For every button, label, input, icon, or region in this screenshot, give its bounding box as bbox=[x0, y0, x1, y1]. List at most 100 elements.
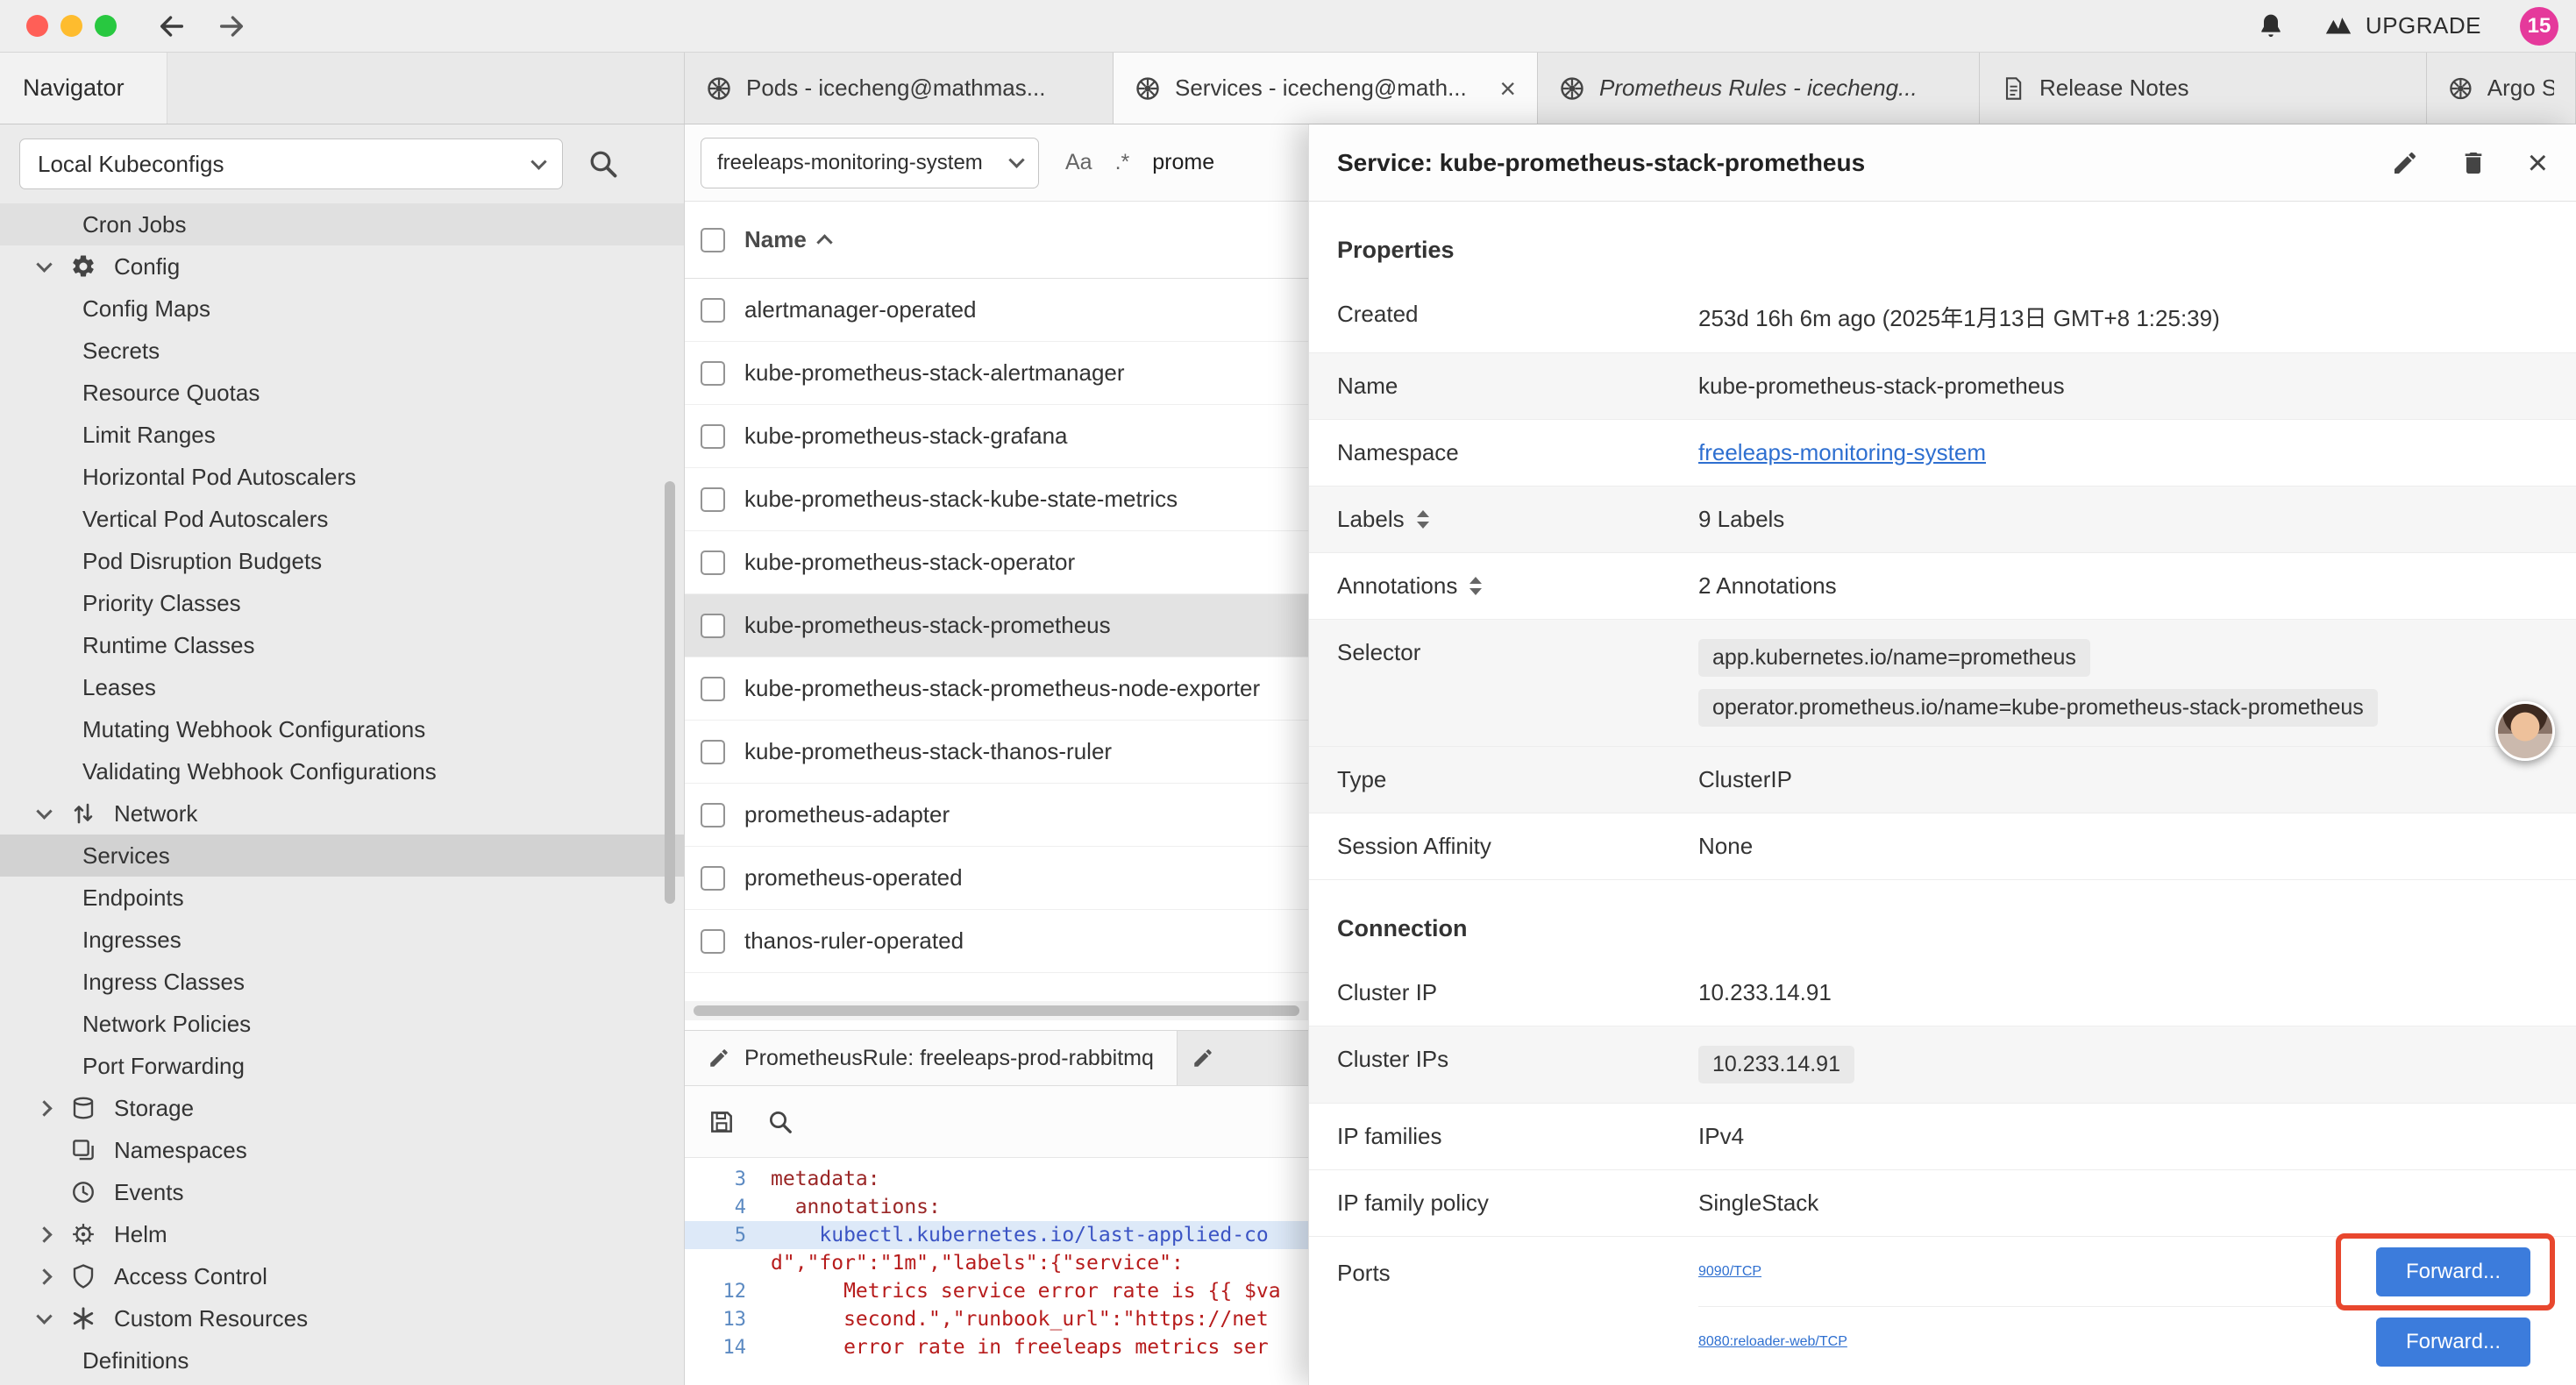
sidebar-item-limit-ranges[interactable]: Limit Ranges bbox=[0, 414, 684, 456]
sidebar-item-definitions[interactable]: Definitions bbox=[0, 1339, 684, 1381]
navigator-panel-tab[interactable]: Navigator bbox=[0, 53, 167, 124]
match-case-toggle[interactable]: Aa bbox=[1065, 150, 1092, 175]
tab-prometheus-rules[interactable]: Prometheus Rules - icecheng... bbox=[1538, 53, 1980, 124]
row-checkbox[interactable] bbox=[701, 929, 725, 954]
dock-tab-label: PrometheusRule: freeleaps-prod-rabbitmq bbox=[744, 1046, 1154, 1071]
bell-icon[interactable] bbox=[2257, 12, 2285, 40]
forward-icon[interactable] bbox=[217, 11, 246, 41]
row-checkbox[interactable] bbox=[701, 487, 725, 512]
sidebar-item-vertical-pod-autoscalers[interactable]: Vertical Pod Autoscalers bbox=[0, 498, 684, 540]
row-value: SingleStack bbox=[1698, 1190, 2548, 1217]
table-row[interactable]: kube-prometheus-stack-prometheus-node-ex… bbox=[685, 657, 1308, 721]
row-checkbox[interactable] bbox=[701, 740, 725, 764]
sidebar-item-services[interactable]: Services bbox=[0, 835, 684, 877]
sidebar-item-port-forwarding[interactable]: Port Forwarding bbox=[0, 1045, 684, 1087]
upgrade-button[interactable]: UPGRADE bbox=[2323, 11, 2481, 41]
table-row[interactable]: alertmanager-operated bbox=[685, 279, 1308, 342]
close-tab-icon[interactable]: × bbox=[1487, 75, 1516, 103]
regex-toggle[interactable]: .* bbox=[1115, 150, 1130, 175]
sidebar-item-priority-classes[interactable]: Priority Classes bbox=[0, 582, 684, 624]
column-header-name[interactable]: Name bbox=[744, 226, 830, 253]
search-icon[interactable] bbox=[767, 1109, 793, 1135]
row-checkbox[interactable] bbox=[701, 298, 725, 323]
sidebar-item-ingresses[interactable]: Ingresses bbox=[0, 919, 684, 961]
sidebar-scrollbar[interactable] bbox=[665, 481, 675, 904]
sidebar-item-endpoints[interactable]: Endpoints bbox=[0, 877, 684, 919]
row-value[interactable]: 2 Annotations bbox=[1698, 572, 2548, 600]
sidebar-item-config[interactable]: Config bbox=[0, 245, 684, 288]
back-icon[interactable] bbox=[157, 11, 187, 41]
namespace-link[interactable]: freeleaps-monitoring-system bbox=[1698, 439, 2548, 466]
sidebar-item-validating-webhook-configurations[interactable]: Validating Webhook Configurations bbox=[0, 750, 684, 792]
dock-tab-prometheusrule[interactable]: PrometheusRule: freeleaps-prod-rabbitmq bbox=[685, 1031, 1178, 1085]
row-label: Cluster IPs bbox=[1337, 1026, 1698, 1092]
search-icon[interactable] bbox=[587, 148, 619, 180]
sidebar-item-cron-jobs[interactable]: Cron Jobs bbox=[0, 203, 684, 245]
row-checkbox[interactable] bbox=[701, 677, 725, 701]
sidebar-item-namespaces[interactable]: Namespaces bbox=[0, 1129, 684, 1171]
row-checkbox[interactable] bbox=[701, 361, 725, 386]
row-checkbox[interactable] bbox=[701, 866, 725, 891]
expand-collapse-icon[interactable] bbox=[1469, 577, 1482, 595]
table-row[interactable]: prometheus-adapter bbox=[685, 784, 1308, 847]
namespace-select[interactable]: freeleaps-monitoring-system bbox=[701, 138, 1039, 188]
row-checkbox[interactable] bbox=[701, 614, 725, 638]
sidebar-item-custom-resources[interactable]: Custom Resources bbox=[0, 1297, 684, 1339]
table-row[interactable]: kube-prometheus-stack-alertmanager bbox=[685, 342, 1308, 405]
sidebar-item-resource-quotas[interactable]: Resource Quotas bbox=[0, 372, 684, 414]
sidebar-item-horizontal-pod-autoscalers[interactable]: Horizontal Pod Autoscalers bbox=[0, 456, 684, 498]
table-row[interactable]: kube-prometheus-stack-grafana bbox=[685, 405, 1308, 468]
sidebar-item-pod-disruption-budgets[interactable]: Pod Disruption Budgets bbox=[0, 540, 684, 582]
expand-collapse-icon[interactable] bbox=[1417, 510, 1429, 529]
sidebar-item-mutating-webhook-configurations[interactable]: Mutating Webhook Configurations bbox=[0, 708, 684, 750]
table-row[interactable]: thanos-ruler-operated bbox=[685, 910, 1308, 973]
kubeconfig-select[interactable]: Local Kubeconfigs bbox=[19, 138, 563, 189]
sidebar-item-ingress-classes[interactable]: Ingress Classes bbox=[0, 961, 684, 1003]
forward-button[interactable]: Forward... bbox=[2376, 1318, 2530, 1367]
sidebar-item-events[interactable]: Events bbox=[0, 1171, 684, 1213]
row-checkbox[interactable] bbox=[701, 803, 725, 827]
row-checkbox[interactable] bbox=[701, 550, 725, 575]
table-row[interactable]: kube-prometheus-stack-operator bbox=[685, 531, 1308, 594]
sidebar-item-access-control[interactable]: Access Control bbox=[0, 1255, 684, 1297]
table-row[interactable]: prometheus-operated bbox=[685, 847, 1308, 910]
tab-release-notes[interactable]: Release Notes bbox=[1980, 53, 2427, 124]
row-checkbox[interactable] bbox=[701, 424, 725, 449]
sidebar-item-helm[interactable]: Helm bbox=[0, 1213, 684, 1255]
tab-services[interactable]: Services - icecheng@math... × bbox=[1114, 53, 1538, 124]
pencil-icon[interactable] bbox=[2391, 149, 2419, 177]
close-icon[interactable]: × bbox=[2528, 146, 2548, 181]
yaml-editor[interactable]: 3metadata: 4 annotations: 5 kubectl.kube… bbox=[685, 1158, 1308, 1385]
minimize-window-button[interactable] bbox=[60, 15, 82, 37]
table-row[interactable]: kube-prometheus-stack-kube-state-metrics bbox=[685, 468, 1308, 531]
horizontal-scrollbar-thumb[interactable] bbox=[694, 1005, 1299, 1016]
sidebar-item-storage[interactable]: Storage bbox=[0, 1087, 684, 1129]
port-link[interactable]: 8080:reloader-web/TCP bbox=[1698, 1334, 1847, 1350]
sidebar-item-runtime-classes[interactable]: Runtime Classes bbox=[0, 624, 684, 666]
save-icon[interactable] bbox=[708, 1108, 736, 1136]
select-all-checkbox[interactable] bbox=[701, 228, 725, 252]
notification-badge[interactable]: 15 bbox=[2520, 7, 2558, 46]
line-number: 14 bbox=[685, 1337, 771, 1359]
sidebar-item-config-maps[interactable]: Config Maps bbox=[0, 288, 684, 330]
avatar[interactable] bbox=[2495, 701, 2555, 761]
forward-button[interactable]: Forward... bbox=[2376, 1247, 2530, 1296]
tab-argo[interactable]: Argo S bbox=[2427, 53, 2576, 124]
sidebar-item-secrets[interactable]: Secrets bbox=[0, 330, 684, 372]
table-row[interactable]: kube-prometheus-stack-thanos-ruler bbox=[685, 721, 1308, 784]
close-window-button[interactable] bbox=[26, 15, 48, 37]
dock-tab-partial[interactable] bbox=[1178, 1031, 1308, 1085]
zoom-window-button[interactable] bbox=[95, 15, 117, 37]
sidebar-item-network-policies[interactable]: Network Policies bbox=[0, 1003, 684, 1045]
detail-row-ip-families: IP families IPv4 bbox=[1309, 1104, 2576, 1170]
sidebar-item-leases[interactable]: Leases bbox=[0, 666, 684, 708]
tab-label: Pods - icecheng@mathmas... bbox=[746, 75, 1045, 102]
trash-icon[interactable] bbox=[2459, 149, 2487, 177]
detail-row-session-affinity: Session Affinity None bbox=[1309, 813, 2576, 880]
search-input[interactable]: Aa .* prome bbox=[1065, 150, 1214, 175]
sidebar-item-network[interactable]: Network bbox=[0, 792, 684, 835]
table-row-selected[interactable]: kube-prometheus-stack-prometheus bbox=[685, 594, 1308, 657]
row-value[interactable]: 9 Labels bbox=[1698, 506, 2548, 533]
tab-pods[interactable]: Pods - icecheng@mathmas... bbox=[685, 53, 1114, 124]
port-link[interactable]: 9090/TCP bbox=[1698, 1264, 1761, 1280]
